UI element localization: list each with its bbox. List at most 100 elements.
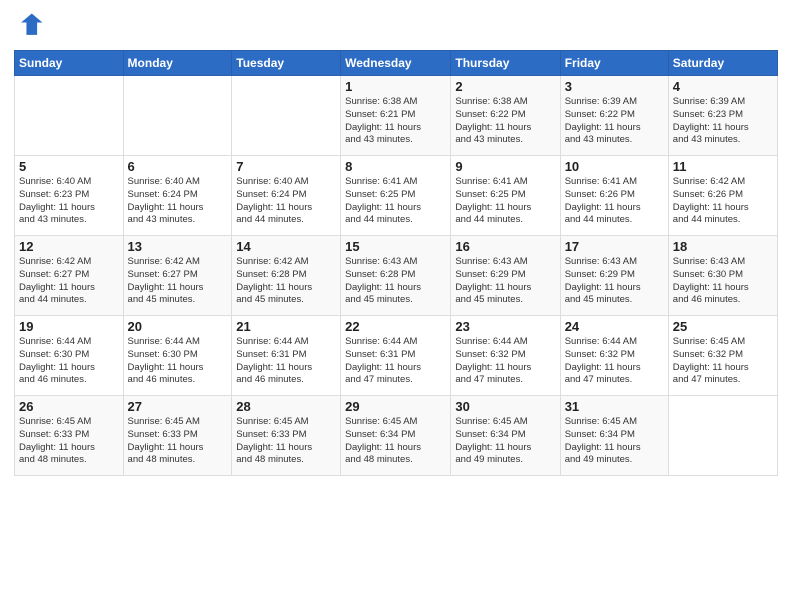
day-number: 10: [565, 159, 664, 174]
calendar-cell: 3 Sunrise: 6:39 AM Sunset: 6:22 PM Daylig…: [560, 76, 668, 156]
day-number: 12: [19, 239, 119, 254]
col-wednesday: Wednesday: [341, 51, 451, 76]
calendar-cell: 7Sunrise: 6:40 AM Sunset: 6:24 PM Daylig…: [232, 156, 341, 236]
day-info: Sunrise: 6:45 AM Sunset: 6:33 PM Dayligh…: [128, 416, 228, 467]
day-number: 25: [673, 319, 773, 334]
day-number: 26: [19, 399, 119, 414]
day-info: Sunrise: 6:45 AM Sunset: 6:34 PM Dayligh…: [345, 416, 446, 467]
col-friday: Friday: [560, 51, 668, 76]
calendar-week-3: 12 Sunrise: 6:42 AM Sunset: 6:27 PM Dayli…: [15, 236, 778, 316]
day-info: Sunrise: 6:43 AM Sunset: 6:29 PM Dayligh…: [565, 256, 664, 307]
day-info: Sunrise: 6:39 AM Sunset: 6:22 PM Dayligh…: [565, 96, 664, 147]
calendar-cell: 11 Sunrise: 6:42 AM Sunset: 6:26 PM Dayli…: [668, 156, 777, 236]
calendar-cell: 27 Sunrise: 6:45 AM Sunset: 6:33 PM Dayli…: [123, 396, 232, 476]
day-number: 31: [565, 399, 664, 414]
calendar-cell: 18 Sunrise: 6:43 AM Sunset: 6:30 PM Dayli…: [668, 236, 777, 316]
col-thursday: Thursday: [451, 51, 560, 76]
day-info: Sunrise: 6:44 AM Sunset: 6:32 PM Dayligh…: [565, 336, 664, 387]
calendar-cell: [232, 76, 341, 156]
calendar-week-4: 19 Sunrise: 6:44 AM Sunset: 6:30 PM Dayli…: [15, 316, 778, 396]
calendar-cell: 17 Sunrise: 6:43 AM Sunset: 6:29 PM Dayli…: [560, 236, 668, 316]
day-number: 24: [565, 319, 664, 334]
day-number: 13: [128, 239, 228, 254]
day-number: 6: [128, 159, 228, 174]
day-number: 3: [565, 79, 664, 94]
day-info: Sunrise: 6:43 AM Sunset: 6:29 PM Dayligh…: [455, 256, 555, 307]
calendar-cell: 8Sunrise: 6:41 AM Sunset: 6:25 PM Daylig…: [341, 156, 451, 236]
day-number: 2: [455, 79, 555, 94]
day-number: 15: [345, 239, 446, 254]
calendar-cell: 31Sunrise: 6:45 AM Sunset: 6:34 PM Dayli…: [560, 396, 668, 476]
day-info: Sunrise: 6:43 AM Sunset: 6:28 PM Dayligh…: [345, 256, 446, 307]
day-number: 18: [673, 239, 773, 254]
calendar: Sunday Monday Tuesday Wednesday Thursday…: [14, 50, 778, 476]
header-row: Sunday Monday Tuesday Wednesday Thursday…: [15, 51, 778, 76]
day-info: Sunrise: 6:40 AM Sunset: 6:23 PM Dayligh…: [19, 176, 119, 227]
day-number: 27: [128, 399, 228, 414]
calendar-cell: 20 Sunrise: 6:44 AM Sunset: 6:30 PM Dayli…: [123, 316, 232, 396]
day-number: 30: [455, 399, 555, 414]
page: Sunday Monday Tuesday Wednesday Thursday…: [0, 0, 792, 612]
day-info: Sunrise: 6:42 AM Sunset: 6:27 PM Dayligh…: [19, 256, 119, 307]
calendar-cell: 25 Sunrise: 6:45 AM Sunset: 6:32 PM Dayli…: [668, 316, 777, 396]
col-saturday: Saturday: [668, 51, 777, 76]
day-number: 28: [236, 399, 336, 414]
day-number: 11: [673, 159, 773, 174]
day-number: 17: [565, 239, 664, 254]
calendar-cell: 21Sunrise: 6:44 AM Sunset: 6:31 PM Dayli…: [232, 316, 341, 396]
calendar-cell: 9 Sunrise: 6:41 AM Sunset: 6:25 PM Daylig…: [451, 156, 560, 236]
calendar-cell: 15 Sunrise: 6:43 AM Sunset: 6:28 PM Dayli…: [341, 236, 451, 316]
day-info: Sunrise: 6:45 AM Sunset: 6:33 PM Dayligh…: [19, 416, 119, 467]
calendar-cell: [123, 76, 232, 156]
logo: [14, 10, 50, 42]
header: [14, 10, 778, 42]
day-info: Sunrise: 6:44 AM Sunset: 6:31 PM Dayligh…: [236, 336, 336, 387]
day-info: Sunrise: 6:44 AM Sunset: 6:30 PM Dayligh…: [19, 336, 119, 387]
day-number: 19: [19, 319, 119, 334]
calendar-cell: 22Sunrise: 6:44 AM Sunset: 6:31 PM Dayli…: [341, 316, 451, 396]
calendar-cell: 6 Sunrise: 6:40 AM Sunset: 6:24 PM Daylig…: [123, 156, 232, 236]
calendar-cell: 23 Sunrise: 6:44 AM Sunset: 6:32 PM Dayli…: [451, 316, 560, 396]
calendar-cell: 19 Sunrise: 6:44 AM Sunset: 6:30 PM Dayli…: [15, 316, 124, 396]
day-number: 29: [345, 399, 446, 414]
day-info: Sunrise: 6:44 AM Sunset: 6:30 PM Dayligh…: [128, 336, 228, 387]
col-sunday: Sunday: [15, 51, 124, 76]
calendar-cell: 26 Sunrise: 6:45 AM Sunset: 6:33 PM Dayli…: [15, 396, 124, 476]
day-info: Sunrise: 6:40 AM Sunset: 6:24 PM Dayligh…: [128, 176, 228, 227]
calendar-cell: 14Sunrise: 6:42 AM Sunset: 6:28 PM Dayli…: [232, 236, 341, 316]
calendar-cell: 2 Sunrise: 6:38 AM Sunset: 6:22 PM Daylig…: [451, 76, 560, 156]
day-number: 7: [236, 159, 336, 174]
day-info: Sunrise: 6:43 AM Sunset: 6:30 PM Dayligh…: [673, 256, 773, 307]
day-number: 8: [345, 159, 446, 174]
calendar-week-2: 5Sunrise: 6:40 AM Sunset: 6:23 PM Daylig…: [15, 156, 778, 236]
calendar-cell: 13Sunrise: 6:42 AM Sunset: 6:27 PM Dayli…: [123, 236, 232, 316]
calendar-cell: 5Sunrise: 6:40 AM Sunset: 6:23 PM Daylig…: [15, 156, 124, 236]
calendar-cell: 24 Sunrise: 6:44 AM Sunset: 6:32 PM Dayli…: [560, 316, 668, 396]
day-info: Sunrise: 6:42 AM Sunset: 6:26 PM Dayligh…: [673, 176, 773, 227]
day-info: Sunrise: 6:45 AM Sunset: 6:32 PM Dayligh…: [673, 336, 773, 387]
calendar-cell: 29 Sunrise: 6:45 AM Sunset: 6:34 PM Dayli…: [341, 396, 451, 476]
calendar-cell: 12 Sunrise: 6:42 AM Sunset: 6:27 PM Dayli…: [15, 236, 124, 316]
day-info: Sunrise: 6:44 AM Sunset: 6:32 PM Dayligh…: [455, 336, 555, 387]
day-info: Sunrise: 6:39 AM Sunset: 6:23 PM Dayligh…: [673, 96, 773, 147]
day-info: Sunrise: 6:38 AM Sunset: 6:21 PM Dayligh…: [345, 96, 446, 147]
day-number: 9: [455, 159, 555, 174]
day-number: 16: [455, 239, 555, 254]
calendar-cell: [668, 396, 777, 476]
day-number: 1: [345, 79, 446, 94]
day-info: Sunrise: 6:45 AM Sunset: 6:33 PM Dayligh…: [236, 416, 336, 467]
calendar-cell: 10 Sunrise: 6:41 AM Sunset: 6:26 PM Dayli…: [560, 156, 668, 236]
calendar-cell: 28 Sunrise: 6:45 AM Sunset: 6:33 PM Dayli…: [232, 396, 341, 476]
day-number: 20: [128, 319, 228, 334]
calendar-cell: 4 Sunrise: 6:39 AM Sunset: 6:23 PM Daylig…: [668, 76, 777, 156]
day-info: Sunrise: 6:45 AM Sunset: 6:34 PM Dayligh…: [455, 416, 555, 467]
day-info: Sunrise: 6:38 AM Sunset: 6:22 PM Dayligh…: [455, 96, 555, 147]
calendar-week-1: 1 Sunrise: 6:38 AM Sunset: 6:21 PM Daylig…: [15, 76, 778, 156]
logo-icon: [14, 10, 46, 42]
col-tuesday: Tuesday: [232, 51, 341, 76]
calendar-body: 1 Sunrise: 6:38 AM Sunset: 6:21 PM Daylig…: [15, 76, 778, 476]
day-number: 4: [673, 79, 773, 94]
day-number: 23: [455, 319, 555, 334]
day-info: Sunrise: 6:41 AM Sunset: 6:25 PM Dayligh…: [455, 176, 555, 227]
day-info: Sunrise: 6:41 AM Sunset: 6:26 PM Dayligh…: [565, 176, 664, 227]
